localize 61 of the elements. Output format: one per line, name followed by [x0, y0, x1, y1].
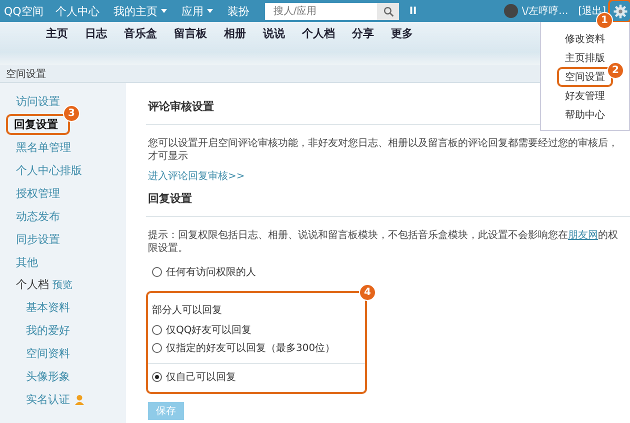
- user-name[interactable]: \/左哼哼...: [522, 4, 568, 18]
- friends-link[interactable]: 朋友网: [568, 230, 598, 241]
- top-menu-item[interactable]: 装扮: [227, 4, 250, 18]
- nav-tab[interactable]: 说说: [263, 26, 285, 41]
- sidebar-item[interactable]: 同步设置: [12, 231, 64, 248]
- section-heading: 评论审核设置: [148, 99, 214, 115]
- radio-button[interactable]: [152, 343, 162, 353]
- top-menu-item[interactable]: 应用: [181, 4, 204, 18]
- sidebar-item[interactable]: 其他: [12, 254, 42, 271]
- sidebar-subitem[interactable]: 头像形象: [26, 369, 70, 384]
- menu-item[interactable]: 好友管理: [559, 88, 611, 104]
- logo[interactable]: QQ空间: [4, 4, 44, 18]
- top-menu-item[interactable]: 个人中心: [55, 4, 100, 18]
- sidebar-item[interactable]: 动态发布: [12, 208, 64, 225]
- sidebar-item[interactable]: 黑名单管理: [12, 139, 75, 156]
- settings-icon: [612, 4, 628, 18]
- preview-link[interactable]: 预览: [52, 280, 72, 291]
- sidebar-subitem[interactable]: 我的爱好: [26, 323, 70, 338]
- radio-button[interactable]: [152, 372, 162, 382]
- sidebar-subitem[interactable]: 实名认证: [26, 392, 70, 407]
- radio-option[interactable]: 仅指定的好友可以回复（最多300位）: [152, 341, 336, 355]
- radio-option[interactable]: 仅QQ好友可以回复: [152, 323, 252, 337]
- menu-item[interactable]: 修改资料: [559, 31, 611, 47]
- sidebar-item[interactable]: 访问设置: [12, 93, 64, 110]
- sidebar-item[interactable]: 授权管理: [12, 185, 64, 202]
- sidebar-item[interactable]: 个人档: [16, 278, 49, 291]
- group-title: 部分人可以回复: [152, 304, 223, 317]
- description-text: 您可以设置开启空间评论审核功能，非好友对您日志、相册以及留言板的评论回复都需要经过您的审核后，才可显示: [148, 137, 619, 163]
- hint-text: 提示：回复权限包括日志、相册、说说和留言板模块，不包括音乐盒模块，此设置不会影响您在朋友网的权限设置。: [148, 229, 619, 255]
- person-badge-icon: [74, 394, 85, 406]
- radio-option[interactable]: 任何有访问权限的人: [152, 265, 256, 279]
- callout-number: 3: [63, 105, 80, 122]
- section-heading: 回复设置: [148, 191, 192, 207]
- caret-icon[interactable]: [207, 9, 214, 13]
- avatar[interactable]: [504, 4, 518, 18]
- caret-icon[interactable]: [161, 9, 168, 13]
- nav-tab[interactable]: 主页: [46, 26, 68, 41]
- nav-tab[interactable]: 留言板: [174, 26, 207, 41]
- callout-number: 2: [607, 62, 624, 79]
- radio-button[interactable]: [152, 267, 162, 277]
- nav-tab[interactable]: 个人档: [302, 26, 335, 41]
- sidebar-item[interactable]: 个人中心排版: [12, 162, 86, 179]
- nav-tab[interactable]: 音乐盒: [124, 26, 157, 41]
- section-title: 空间设置: [6, 68, 46, 80]
- radio-button[interactable]: [152, 325, 162, 335]
- search-icon: [382, 6, 394, 16]
- callout-number: 4: [359, 284, 376, 301]
- nav-tab[interactable]: 分享: [352, 26, 374, 41]
- review-link[interactable]: 进入评论回复审核>>: [148, 169, 245, 183]
- radio-option[interactable]: 仅自己可以回复: [152, 370, 236, 384]
- top-menu-item[interactable]: 我的主页: [113, 4, 158, 18]
- settings-button[interactable]: [610, 1, 630, 21]
- nav-tab[interactable]: 相册: [224, 26, 246, 41]
- sidebar-subitem[interactable]: 基本资料: [26, 300, 70, 315]
- pause-button[interactable]: II: [409, 6, 417, 16]
- nav-tab[interactable]: 更多: [391, 26, 413, 41]
- sidebar-subitem[interactable]: 空间资料: [26, 346, 70, 361]
- menu-item[interactable]: 帮助中心: [559, 107, 611, 123]
- search-button[interactable]: [377, 2, 400, 20]
- search-field[interactable]: 搜人/应用: [265, 2, 378, 20]
- nav-tab[interactable]: 日志: [85, 26, 107, 41]
